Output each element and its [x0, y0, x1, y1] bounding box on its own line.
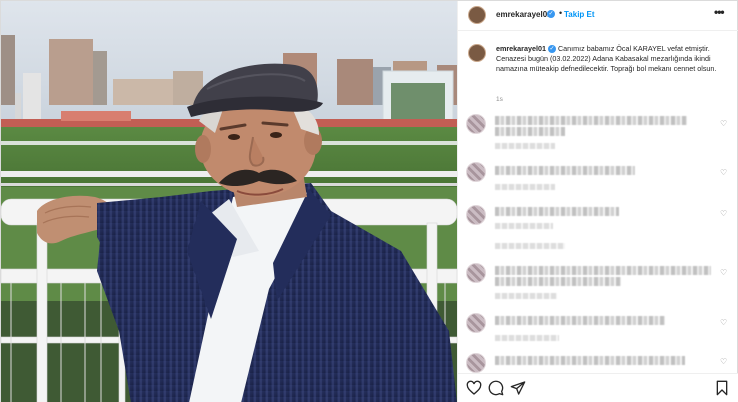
- comment-meta-blurred: [495, 293, 557, 299]
- comment-like-icon[interactable]: ♡: [720, 318, 727, 327]
- comment-like-icon[interactable]: ♡: [720, 168, 727, 177]
- profile-avatar[interactable]: [468, 6, 486, 24]
- caption-text-block: emrekarayel01 ✓ Canımız babamız Öcal KAR…: [496, 44, 732, 75]
- comment-item: ♡: [458, 263, 738, 311]
- comment-meta-blurred: [495, 184, 555, 190]
- caption-timestamp[interactable]: 1s: [496, 96, 503, 103]
- comment-avatar[interactable]: [466, 313, 486, 333]
- comment-replies-blurred[interactable]: [495, 243, 565, 249]
- comment-like-icon[interactable]: ♡: [720, 357, 727, 366]
- photo-illustration: [1, 1, 457, 402]
- heart-icon[interactable]: [466, 380, 482, 396]
- comment-like-icon[interactable]: ♡: [720, 268, 727, 277]
- comment-text-blurred: [495, 266, 711, 275]
- bookmark-icon[interactable]: [714, 380, 730, 396]
- post-header: emrekarayel01 ✓ • Takip Et •••: [458, 1, 738, 31]
- comment-item: ♡: [458, 114, 738, 162]
- post-photo[interactable]: [1, 1, 457, 402]
- instagram-post: emrekarayel01 ✓ • Takip Et ••• emrekaray…: [0, 0, 738, 402]
- comment-text-blurred: [495, 207, 619, 216]
- comment-text-blurred: [495, 116, 687, 125]
- comment-item: ♡: [458, 353, 738, 373]
- comment-text-blurred: [495, 356, 685, 365]
- comment-meta-blurred: [495, 223, 553, 229]
- comment-meta-blurred: [495, 335, 559, 341]
- comments-panel: emrekarayel01 ✓ • Takip Et ••• emrekaray…: [457, 1, 738, 402]
- comment-text-blurred: [495, 277, 621, 286]
- comment-meta-blurred: [495, 143, 555, 149]
- comment-text-blurred: [495, 316, 665, 325]
- caption-verified-badge-icon: ✓: [547, 45, 556, 54]
- comment-avatar[interactable]: [466, 114, 486, 134]
- comment-text-blurred: [495, 127, 565, 136]
- comment-item: ♡: [458, 205, 738, 253]
- post-caption: emrekarayel01 ✓ Canımız babamız Öcal KAR…: [458, 39, 738, 105]
- comment-like-icon[interactable]: ♡: [720, 119, 727, 128]
- verified-badge-icon: ✓: [547, 10, 555, 18]
- comment-like-icon[interactable]: ♡: [720, 209, 727, 218]
- paper-plane-icon[interactable]: [510, 380, 526, 396]
- caption-avatar[interactable]: [468, 44, 486, 62]
- header-separator: •: [559, 8, 563, 18]
- follow-button[interactable]: Takip Et: [564, 10, 595, 19]
- more-options-icon[interactable]: •••: [714, 5, 725, 19]
- comment-avatar[interactable]: [466, 263, 486, 283]
- caption-username[interactable]: emrekarayel01: [496, 44, 546, 53]
- action-bar: [458, 373, 738, 402]
- comment-text-blurred: [495, 166, 635, 175]
- comment-icon[interactable]: [488, 380, 504, 396]
- comment-item: ♡: [458, 162, 738, 210]
- header-username[interactable]: emrekarayel01: [496, 10, 552, 19]
- comment-avatar[interactable]: [466, 353, 486, 373]
- comment-avatar[interactable]: [466, 162, 486, 182]
- comment-avatar[interactable]: [466, 205, 486, 225]
